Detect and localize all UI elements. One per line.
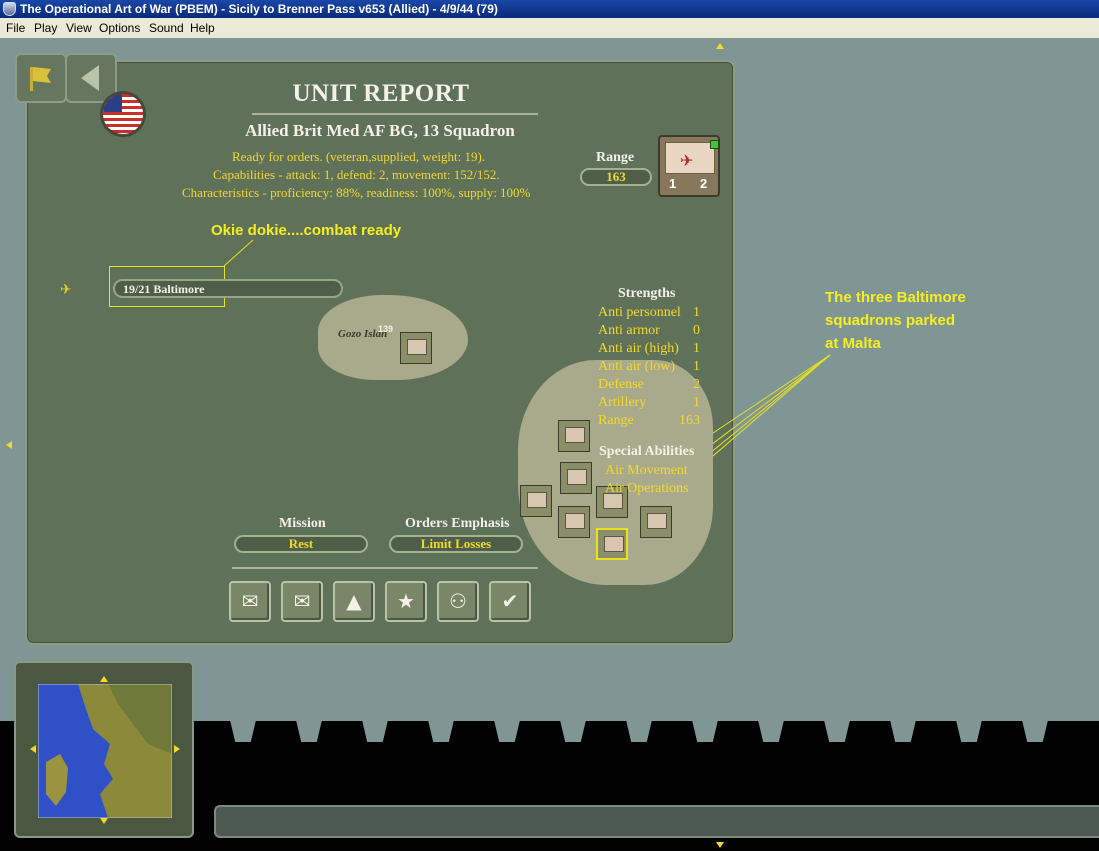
strength-label: Anti air (high): [598, 341, 679, 356]
action-separator: [232, 567, 538, 569]
map-hex-number: 139: [378, 324, 394, 334]
annotation-line: at Malta: [825, 335, 881, 352]
envelope-open-button[interactable]: ✉: [229, 581, 271, 622]
map-unit-counter[interactable]: [520, 485, 552, 517]
strength-value: 2: [693, 377, 700, 392]
strength-label: Artillery: [598, 395, 647, 410]
checkmark-icon: ✔: [501, 589, 519, 613]
orders-emphasis-select[interactable]: Limit Losses: [389, 535, 523, 553]
strength-value: 163: [679, 413, 700, 428]
strength-label: Defense: [598, 377, 644, 392]
strength-value: 0: [693, 323, 700, 338]
envelope-open-icon: ✉: [241, 589, 259, 613]
strength-label: Range: [598, 413, 634, 428]
map-unit-counter[interactable]: [640, 506, 672, 538]
star-icon: ★: [397, 589, 415, 613]
map-unit-counter[interactable]: [400, 332, 432, 364]
map-unit-counter[interactable]: [560, 462, 592, 494]
strength-label: Anti air (low): [598, 359, 675, 374]
strength-value: 1: [693, 359, 700, 374]
annotation-line: squadrons parked: [825, 312, 956, 329]
strength-label: Anti armor: [598, 323, 660, 338]
equipment-row[interactable]: 19/21 Baltimore: [113, 279, 343, 298]
hierarchy-icon: ⚇: [449, 589, 467, 613]
annotation-baltimore: The three Baltimore squadrons parked at …: [825, 286, 966, 355]
strength-value: 1: [693, 341, 700, 356]
orders-emphasis-label: Orders Emphasis: [405, 516, 510, 531]
envelope-send-icon: ✉: [293, 589, 311, 613]
annotation-line: The three Baltimore: [825, 289, 966, 306]
map-unit-counter[interactable]: [558, 420, 590, 452]
confirm-button[interactable]: ✔: [489, 581, 531, 622]
shapes-icon: ▲: [346, 589, 362, 613]
hierarchy-button[interactable]: ⚇: [437, 581, 479, 622]
equipment-label: 19/21 Baltimore: [123, 282, 205, 296]
shapes-button[interactable]: ▲: [333, 581, 375, 622]
strengths-title: Strengths: [618, 286, 676, 301]
selected-unit-counter[interactable]: [596, 528, 628, 560]
strength-value: 1: [693, 395, 700, 410]
star-button[interactable]: ★: [385, 581, 427, 622]
mission-select[interactable]: Rest: [234, 535, 368, 553]
special-abilities-title: Special Abilities: [599, 444, 695, 459]
envelope-send-button[interactable]: ✉: [281, 581, 323, 622]
mission-label: Mission: [279, 516, 326, 531]
special-ability: Air Movement: [605, 463, 688, 478]
special-ability: Air Operations: [605, 481, 689, 496]
aircraft-icon: ✈: [60, 282, 72, 298]
map-unit-counter[interactable]: [558, 506, 590, 538]
strength-value: 1: [693, 305, 700, 320]
strength-label: Anti personnel: [598, 305, 681, 320]
